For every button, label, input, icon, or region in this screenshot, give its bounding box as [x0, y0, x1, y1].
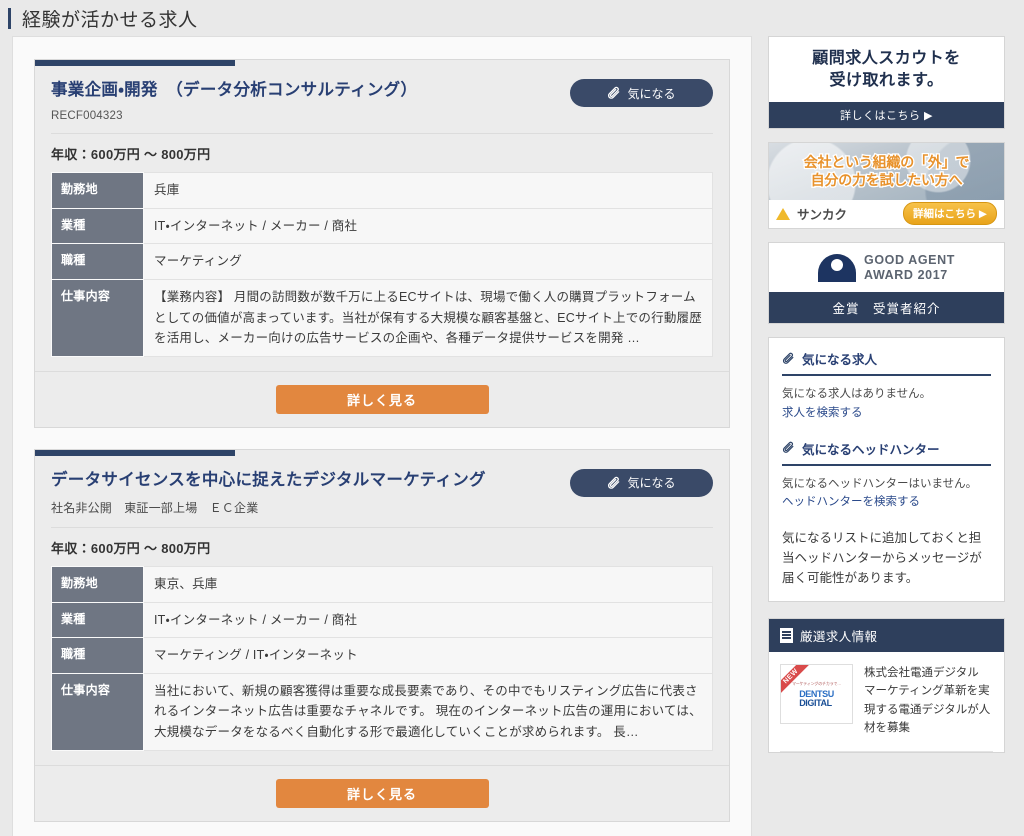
favorite-headhunters-empty-text: 気になるヘッドハンターはいません。 — [782, 477, 978, 490]
spec-label: 仕事内容 — [51, 672, 144, 751]
premium-jobs-heading-label: 厳選求人情報 — [800, 630, 878, 645]
job-card[interactable]: データサイセンスを中心に捉えたデジタルマーケティング 社名非公開 東証一部上場 … — [34, 448, 730, 822]
job-title[interactable]: データサイセンスを中心に捉えたデジタルマーケティング — [51, 470, 560, 491]
job-code: RECF004323 — [51, 110, 123, 123]
table-row: 勤務地 東京、兵庫 — [51, 565, 713, 603]
page-title: 経験が活かせる求人 — [22, 9, 198, 31]
page-columns: 事業企画・開発 （データ分析コンサルティング） RECF004323 気になる — [0, 36, 1024, 836]
banner-sankaku-brand: サンカク — [797, 208, 848, 223]
spec-label: 勤務地 — [51, 565, 144, 603]
paperclip-icon — [782, 352, 796, 366]
banner-scout-line2: 受け取れます。 — [829, 72, 944, 90]
job-company-meta: 社名非公開 東証一部上場 ＥＣ企業 — [51, 500, 259, 515]
thumbnail-tagline: マーケティングのチカラで… — [791, 680, 842, 686]
view-detail-button[interactable]: 詳しく見る — [275, 384, 489, 414]
card-footer: 詳しく見る — [35, 370, 729, 427]
spec-label: 業種 — [51, 207, 144, 245]
job-salary: 年収：600万円 〜 800万円 — [51, 540, 211, 556]
table-row: 仕事内容 【業務内容】 月間の訪問数が数千万に上るECサイトは、現場で働く人の購… — [51, 278, 713, 357]
award-arch-logo-icon — [818, 254, 857, 283]
page-root: 経験が活かせる求人 事業企画・開発 （データ分析コンサルティング） RECF00… — [0, 0, 1024, 836]
banner-good-agent-award[interactable]: GOOD AGENT AWARD 2017 金賞 受賞者紹介 — [768, 241, 1005, 325]
spec-value: 東京、兵庫 — [143, 565, 713, 603]
favorite-jobs-heading: 気になる求人 — [782, 349, 991, 377]
table-row: 業種 IT・インターネット / メーカー / 商社 — [51, 207, 713, 245]
paperclip-icon — [607, 86, 621, 100]
spec-value: IT・インターネット / メーカー / 商社 — [143, 601, 713, 639]
search-headhunters-link[interactable]: ヘッドハンターを検索する — [782, 494, 991, 512]
spec-value: 兵庫 — [143, 172, 713, 209]
favorite-button-label: 気になる — [627, 476, 676, 491]
favorite-headhunters-heading-label: 気になるヘッドハンター — [802, 442, 940, 457]
premium-job-text: 株式会社電通デジタル マーケティング革新を実現する電通デジタルが人材を募集 — [864, 664, 993, 737]
banner-sankaku[interactable]: 会社という組織の「外」で 自分の力を試したい方へ サンカク 詳細はこちら ▶ — [768, 141, 1005, 229]
favorite-headhunters-heading: 気になるヘッドハンター — [782, 439, 991, 466]
premium-job-company[interactable]: 株式会社電通デジタル — [864, 664, 993, 682]
spec-label: 職種 — [51, 243, 144, 280]
dentsu-digital-logo: DENTSU DIGITAL — [799, 689, 834, 708]
spec-value: マーケティング — [143, 243, 713, 280]
logo-line-2: DIGITAL — [799, 697, 832, 708]
banner-sankaku-footer: サンカク 詳細はこちら ▶ — [769, 199, 1004, 228]
favorite-jobs-heading-label: 気になる求人 — [802, 353, 878, 368]
job-salary: 年収：600万円 〜 800万円 — [51, 147, 211, 163]
spec-label: 職種 — [51, 637, 144, 674]
banner-award-logo-row: GOOD AGENT AWARD 2017 — [769, 242, 1004, 293]
spec-label: 業種 — [51, 601, 144, 639]
premium-jobs-widget: 厳選求人情報 NEW マーケティングのチカラで… DENTSU DIGITAL … — [768, 618, 1005, 753]
document-icon — [780, 628, 793, 644]
table-row: 職種 マーケティング / IT・インターネット — [51, 637, 713, 674]
table-row: 業種 IT・インターネット / メーカー / 商社 — [51, 601, 713, 639]
favorite-button-label: 気になる — [627, 86, 676, 101]
banner-scout[interactable]: 顧問求人スカウトを 受け取れます。 詳しくはこちら ▶ — [768, 36, 1005, 129]
title-accent-bar — [8, 7, 11, 29]
table-row: 勤務地 兵庫 — [51, 172, 713, 209]
banner-award-line2: AWARD 2017 — [864, 268, 948, 283]
banner-award-line1: GOOD AGENT — [864, 252, 955, 267]
banner-scout-text: 顧問求人スカウトを 受け取れます。 — [769, 37, 1004, 102]
premium-list-divider — [780, 750, 993, 752]
premium-jobs-header: 厳選求人情報 — [769, 619, 1004, 653]
banner-sankaku-cta[interactable]: 詳細はこちら ▶ — [903, 202, 997, 226]
spec-value: IT・インターネット / メーカー / 商社 — [143, 207, 713, 245]
favorites-widget: 気になる求人 気になる求人はありません。 求人を検索する 気になるヘッドハンター… — [768, 337, 1005, 603]
premium-job-description: マーケティング革新を実現する電通デジタルが人材を募集 — [864, 685, 991, 734]
spec-value: マーケティング / IT・インターネット — [143, 637, 713, 674]
banner-award-caption[interactable]: 金賞 受賞者紹介 — [769, 292, 1004, 324]
favorite-jobs-empty-text: 気になる求人はありません。 — [782, 388, 932, 401]
page-title-bar: 経験が活かせる求人 — [0, 0, 1024, 36]
banner-scout-cta[interactable]: 詳しくはこちら ▶ — [769, 101, 1004, 128]
banner-sankaku-line2: 自分の力を試したい方へ — [809, 171, 964, 190]
banner-sankaku-headline: 会社という組織の「外」で 自分の力を試したい方へ — [769, 142, 1004, 200]
job-spec-table: 勤務地 東京、兵庫 業種 IT・インターネット / メーカー / 商社 職種 マ… — [51, 565, 713, 751]
banner-sankaku-line1: 会社という組織の「外」で — [802, 153, 970, 172]
favorites-note: 気になるリストに追加しておくと担当ヘッドハンターからメッセージが届く可能性があり… — [782, 531, 982, 586]
paperclip-icon — [782, 441, 796, 455]
job-card[interactable]: 事業企画・開発 （データ分析コンサルティング） RECF004323 気になる — [34, 59, 730, 428]
spec-value-description: 当社において、新規の顧客獲得は重要な成長要素であり、その中でもリスティング広告に… — [143, 672, 713, 751]
job-list-panel: 事業企画・開発 （データ分析コンサルティング） RECF004323 気になる — [12, 36, 752, 836]
banner-scout-line1: 顧問求人スカウトを — [812, 50, 961, 67]
table-row: 職種 マーケティング — [51, 243, 713, 280]
premium-job-item[interactable]: NEW マーケティングのチカラで… DENTSU DIGITAL 株式会社電通デ… — [769, 652, 1004, 751]
favorite-button[interactable]: 気になる — [570, 79, 713, 107]
favorite-button[interactable]: 気になる — [570, 468, 713, 497]
paperclip-icon — [607, 476, 621, 490]
job-spec-table: 勤務地 兵庫 業種 IT・インターネット / メーカー / 商社 職種 マーケテ… — [51, 172, 713, 357]
job-title[interactable]: 事業企画・開発 （データ分析コンサルティング） — [51, 80, 560, 101]
spec-label: 仕事内容 — [51, 278, 144, 357]
view-detail-button[interactable]: 詳しく見る — [275, 778, 489, 808]
card-footer: 詳しく見る — [35, 764, 729, 821]
search-jobs-link[interactable]: 求人を検索する — [782, 405, 991, 423]
banner-award-text: GOOD AGENT AWARD 2017 — [864, 253, 955, 284]
spec-label: 勤務地 — [51, 172, 144, 209]
table-row: 仕事内容 当社において、新規の顧客獲得は重要な成長要素であり、その中でもリスティ… — [51, 672, 713, 751]
premium-job-thumbnail: NEW マーケティングのチカラで… DENTSU DIGITAL — [780, 664, 853, 725]
sidebar: 顧問求人スカウトを 受け取れます。 詳しくはこちら ▶ 会社という組織の「外」で… — [752, 36, 1005, 753]
triangle-logo-icon — [776, 207, 790, 220]
spec-value-description: 【業務内容】 月間の訪問数が数千万に上るECサイトは、現場で働く人の購買プラット… — [143, 278, 713, 357]
